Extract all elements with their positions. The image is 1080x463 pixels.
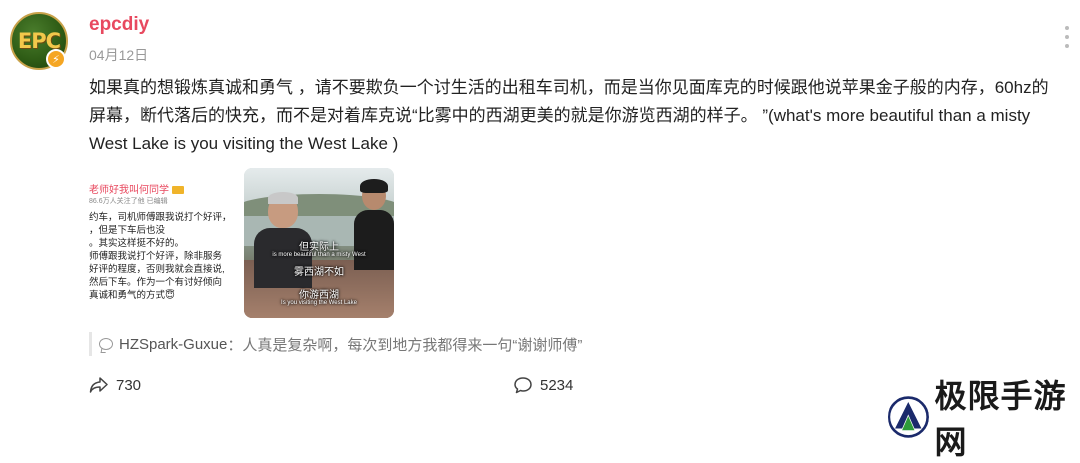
image2-caption: 雾西湖不如 [294,267,344,278]
comment-button[interactable]: 5234 [513,376,573,394]
share-count: 730 [116,376,142,394]
post-date: 04月12日 [89,47,149,63]
watermark-logo-icon [888,394,929,440]
comment-icon [514,377,532,394]
image1-line: 然后下车。作为一个有讨好倾向 [89,277,223,288]
image2-caption: 你游西湖 [299,290,339,301]
watermark: 极限手游网 [888,371,1080,463]
image2-caption: 但实际上 [299,242,339,253]
crown-icon [172,186,184,195]
comment-text: 人真是复杂啊，每次到地方我都得来一句“谢谢师傅” [242,336,583,354]
share-icon [89,377,108,393]
more-options-icon[interactable] [1063,26,1071,48]
image2-caption: is more beautiful than a misty West [272,252,366,258]
post-text: 如果真的想锻炼真诚和勇气 ，请不要欺负一个讨生活的出租车司机，而是当你见面库克的… [89,78,1049,153]
comment-count: 5234 [540,376,574,394]
post-image-screenshot[interactable]: 老师好我叫何同学 86.6万人关注了他 已编辑 约车，司机师傅跟我说打个好评， … [89,170,237,316]
top-comment[interactable]: HZSpark-Guxue ： 人真是复杂啊，每次到地方我都得来一句“谢谢师傅” [89,332,582,356]
comment-separator: ： [227,336,243,354]
comment-user[interactable]: HZSpark-Guxue [119,336,227,353]
image1-line: 师傅跟我说打个好评，除非服务 [89,251,223,262]
username[interactable]: epcdiy [89,14,149,36]
watermark-text: 极限手游网 [934,377,1067,461]
image1-line: 约车，司机师傅跟我说打个好评， [89,212,232,223]
share-button[interactable]: 730 [89,376,141,394]
image1-line: 真诚和勇气的方式😇 [89,290,175,301]
comment-bubble-icon [99,338,113,350]
image1-line: ，但是下车后也没 [89,225,166,236]
image1-header: 老师好我叫何同学 [89,185,169,196]
image1-line: 。其实这样挺不好的。 [89,238,185,249]
image1-subtitle: 86.6万人关注了他 已编辑 [89,198,168,205]
image2-caption: Is you visiting the West Lake [281,300,357,306]
image1-line: 好评的程度，否则我就会直接说, [89,264,225,275]
post-image-video-frame[interactable]: 但实际上 is more beautiful than a misty West… [244,168,394,318]
lightning-badge-icon: ⚡ [46,49,66,69]
